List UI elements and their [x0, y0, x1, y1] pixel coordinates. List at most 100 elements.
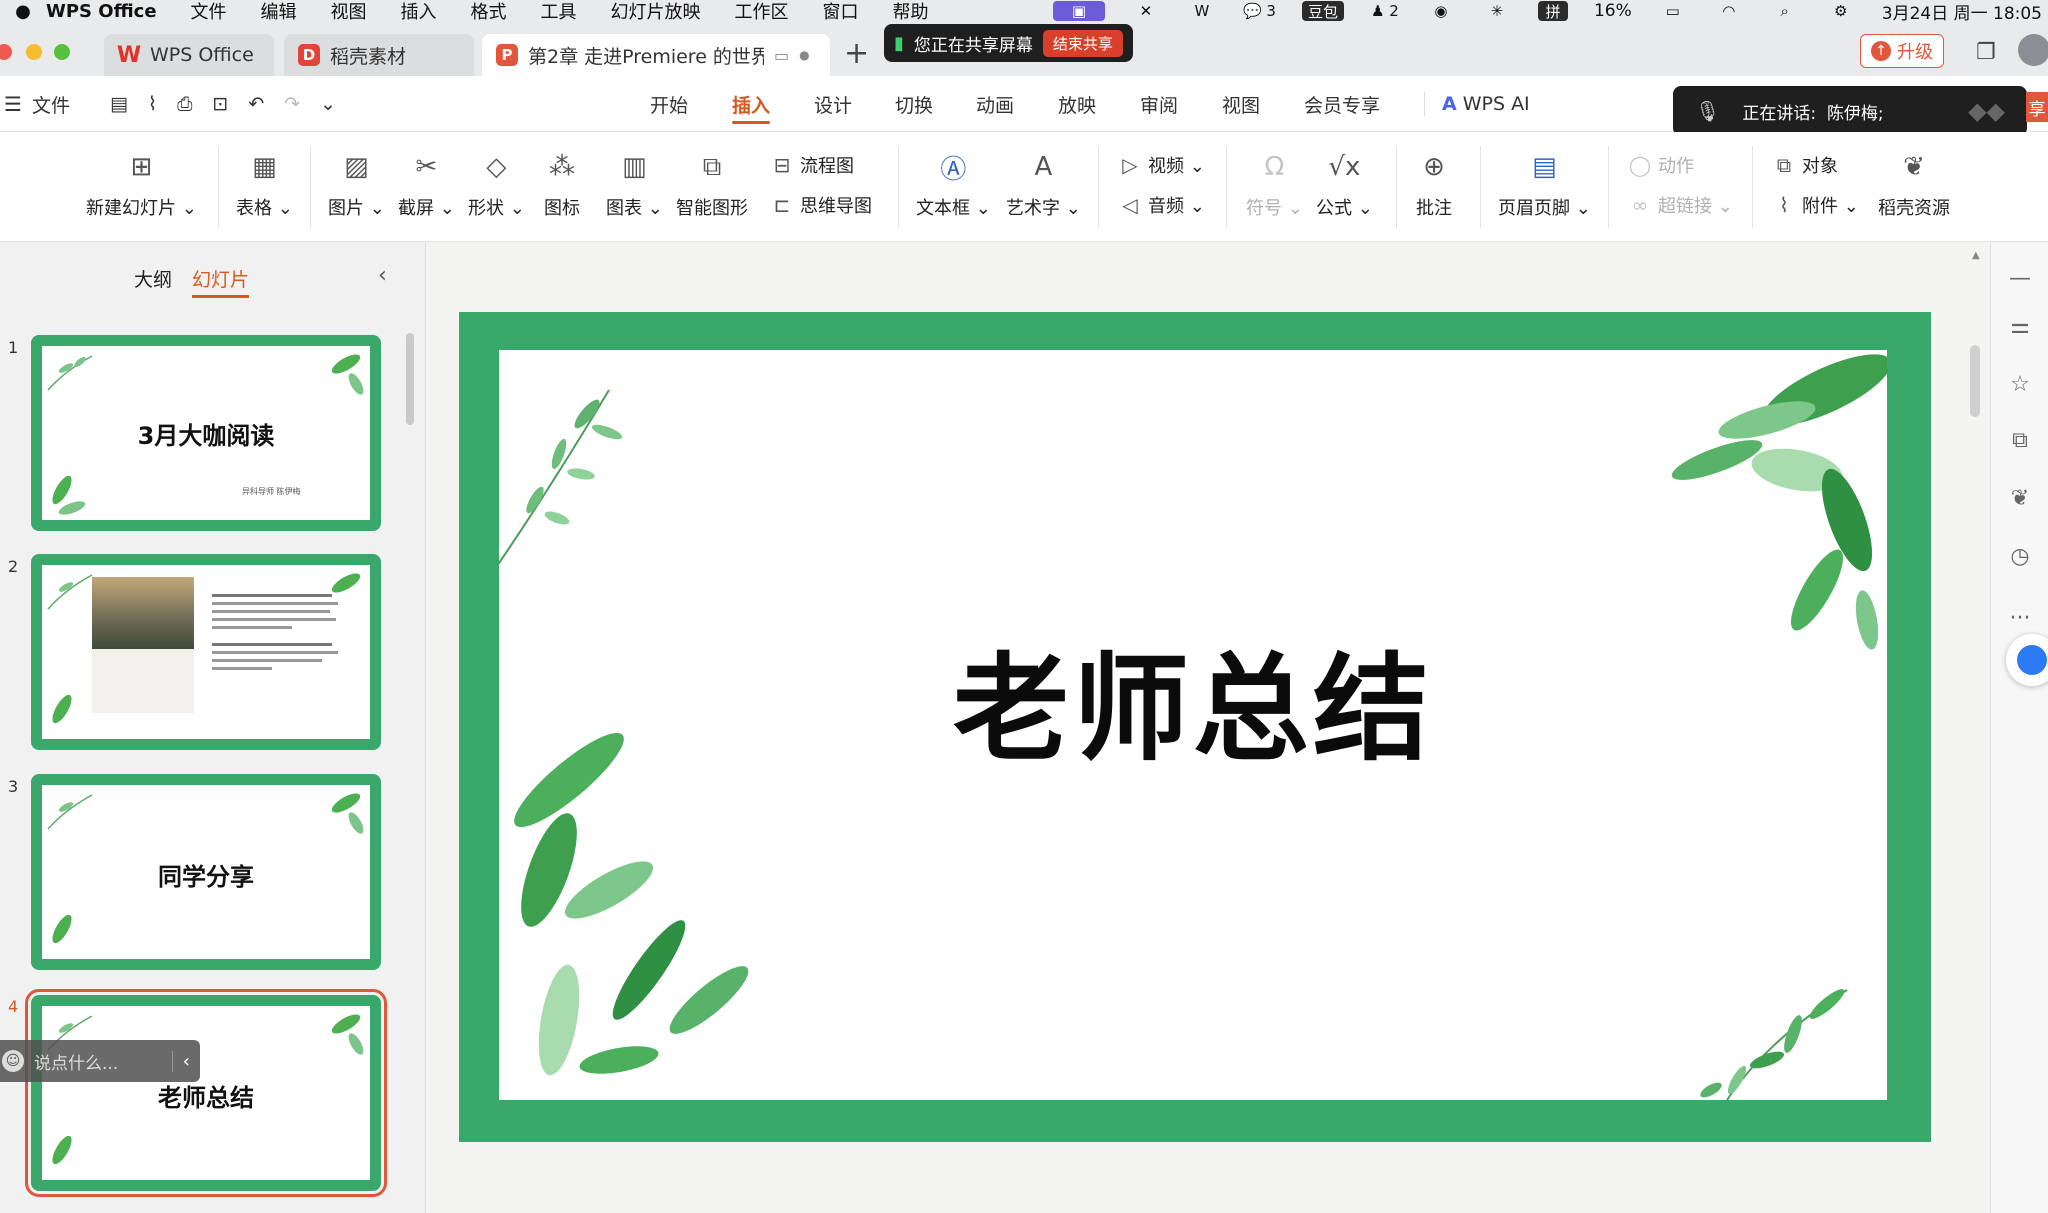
new-slide-button[interactable]: ⊞ 新建幻灯片 ⌄	[86, 150, 197, 220]
tab-review[interactable]: 审阅	[1140, 76, 1178, 132]
slide-thumbnail-1[interactable]: 3月大咖阅读 异科导师 陈伊梅	[31, 335, 381, 531]
chevron-down-icon[interactable]: ⌄	[320, 93, 336, 115]
close-window-button[interactable]	[0, 44, 12, 60]
canvas-scrollbar[interactable]	[1970, 345, 1980, 417]
current-slide[interactable]: 老师总结	[459, 312, 1931, 1142]
icon-button[interactable]: ⁂ 图标	[544, 150, 580, 220]
zoom-window-button[interactable]	[54, 44, 70, 60]
docer-icon[interactable]: ❦	[2005, 483, 2035, 513]
tab-home[interactable]: 开始	[650, 76, 688, 132]
wps-status-icon[interactable]: W	[1187, 1, 1217, 21]
shape-button[interactable]: ◇ 形状 ⌄	[468, 150, 525, 220]
upgrade-button[interactable]: ↑ 升级	[1860, 34, 1944, 68]
screenshot-button[interactable]: ✂ 截屏 ⌄	[398, 150, 455, 220]
tab-slideshow[interactable]: 放映	[1058, 76, 1096, 132]
panel-scrollbar[interactable]	[406, 333, 414, 425]
apple-icon[interactable]: ●	[0, 1, 46, 22]
menubar-app-name[interactable]: WPS Office	[46, 1, 157, 22]
smartart-button[interactable]: ⧉ 智能图形	[676, 150, 748, 220]
copy-comment-icon[interactable]: ⧉	[2005, 425, 2035, 455]
tab-wps-ai[interactable]: A WPS AI	[1442, 76, 1530, 132]
tab-design[interactable]: 设计	[814, 76, 852, 132]
format-painter-icon[interactable]: ⌇	[148, 93, 157, 115]
print-icon[interactable]: ⎙	[177, 93, 192, 115]
comment-button[interactable]: ⊕ 批注	[1416, 150, 1452, 220]
smiley-icon[interactable]: ☺	[2, 1050, 24, 1072]
tab-wps-office[interactable]: W WPS Office	[104, 34, 274, 76]
textbox-button[interactable]: Ⓐ 文本框 ⌄	[916, 150, 991, 220]
history-icon[interactable]: ◷	[2005, 541, 2035, 571]
more-icon[interactable]: ···	[2005, 603, 2035, 633]
scroll-up-arrow-icon[interactable]: ▲	[1972, 250, 1980, 261]
tab-outline[interactable]: 大纲	[134, 265, 172, 298]
record-status-icon[interactable]: ◉	[1426, 1, 1456, 21]
hyperlink-button[interactable]: ∞ 超链接 ⌄	[1628, 192, 1733, 218]
spotlight-icon[interactable]: ⌕	[1770, 1, 1800, 21]
menu-slideshow[interactable]: 幻灯片放映	[611, 0, 701, 22]
menu-view[interactable]: 视图	[331, 0, 367, 22]
tab-slides[interactable]: 幻灯片	[192, 265, 250, 298]
mindmap-button[interactable]: ⊏ 思维导图	[770, 192, 872, 218]
tab-docer[interactable]: D 稻壳素材	[284, 34, 474, 76]
action-button[interactable]: ◯ 动作	[1628, 152, 1694, 178]
audio-button[interactable]: ◁ 音频 ⌄	[1118, 192, 1205, 218]
chat-input-bar[interactable]: ☺ 说点什么... ‹	[0, 1040, 200, 1082]
menu-tools[interactable]: 工具	[541, 0, 577, 22]
menu-window[interactable]: 窗口	[823, 0, 859, 22]
tab-view[interactable]: 视图	[1222, 76, 1260, 132]
docer-resources-button[interactable]: ❦ 稻壳资源	[1878, 150, 1950, 220]
star-icon[interactable]: ☆	[2005, 369, 2035, 399]
adjust-sliders-icon[interactable]: ⚌	[2005, 311, 2035, 341]
slide-title[interactable]: 老师总结	[499, 615, 1887, 783]
chart-button[interactable]: ▥ 图表 ⌄	[606, 150, 663, 220]
collapse-panel-icon[interactable]: ‹	[378, 263, 387, 288]
menu-help[interactable]: 帮助	[893, 0, 929, 22]
menu-file[interactable]: 文件	[191, 0, 227, 22]
attachment-button[interactable]: ⌇ 附件 ⌄	[1772, 192, 1859, 218]
wechat-status-icon[interactable]: 💬 3	[1243, 1, 1276, 21]
flowchart-button[interactable]: ⊟ 流程图	[770, 152, 854, 178]
menu-workspace[interactable]: 工作区	[735, 0, 789, 22]
redo-icon[interactable]: ↷	[284, 93, 300, 115]
slide-thumbnail-3[interactable]: 同学分享	[31, 774, 381, 970]
battery-icon[interactable]: ▭	[1658, 1, 1688, 21]
clock[interactable]: 3月24日 周一 18:05	[1882, 0, 2042, 23]
file-menu-button[interactable]: 文件	[32, 91, 70, 118]
wifi-icon[interactable]: ◠	[1714, 1, 1744, 21]
stop-sharing-button[interactable]: 结束共享	[1042, 29, 1123, 57]
new-tab-plus-icon[interactable]: +	[844, 36, 869, 71]
user-avatar[interactable]	[2018, 34, 2048, 66]
tab-insert[interactable]: 插入	[732, 76, 771, 132]
print-preview-icon[interactable]: ⊡	[212, 93, 228, 115]
formula-button[interactable]: √x 公式 ⌄	[1316, 150, 1373, 220]
menu-format[interactable]: 格式	[471, 0, 507, 22]
minus-icon[interactable]: —	[2005, 263, 2035, 293]
undo-icon[interactable]: ↶	[248, 93, 264, 115]
minimize-window-button[interactable]	[26, 44, 42, 60]
qq-status-icon[interactable]: ♟ 2	[1370, 1, 1400, 21]
bluetooth-status-icon[interactable]: ✳	[1482, 1, 1512, 21]
tab-animation[interactable]: 动画	[976, 76, 1014, 132]
window-layout-icon[interactable]: ❐	[1976, 40, 1996, 65]
tab-member[interactable]: 会员专享	[1304, 76, 1380, 132]
symbol-button[interactable]: Ω 符号 ⌄	[1246, 150, 1303, 220]
tab-presentation[interactable]: P 第2章 走进Premiere 的世界 ▭ ●	[482, 34, 830, 76]
menu-insert[interactable]: 插入	[401, 0, 437, 22]
picture-button[interactable]: ▨ 图片 ⌄	[328, 150, 385, 220]
slide-thumbnail-2[interactable]	[31, 554, 381, 750]
control-center-icon[interactable]: ⚙	[1826, 1, 1856, 21]
meeting-status-icon[interactable]: ▣	[1052, 1, 1105, 21]
slide-content-area[interactable]: 老师总结	[499, 350, 1887, 1100]
ime-status-icon[interactable]: 拼	[1537, 1, 1568, 21]
pen-status-icon[interactable]: ✕	[1131, 1, 1161, 21]
tab-transition[interactable]: 切换	[895, 76, 933, 132]
chevron-left-icon[interactable]: ‹	[171, 1050, 200, 1072]
unsaved-dot-icon[interactable]: ●	[799, 48, 809, 62]
share-edge-button[interactable]: 享	[2026, 92, 2048, 122]
table-button[interactable]: ▦ 表格 ⌄	[236, 150, 293, 220]
slide-thumbnail-4[interactable]: 老师总结	[25, 989, 387, 1197]
header-footer-button[interactable]: ▤ 页眉页脚 ⌄	[1498, 150, 1591, 220]
doubao-status-icon[interactable]: 豆包	[1301, 1, 1344, 21]
wordart-button[interactable]: A 艺术字 ⌄	[1006, 150, 1081, 220]
save-icon[interactable]: ▤	[110, 93, 128, 115]
